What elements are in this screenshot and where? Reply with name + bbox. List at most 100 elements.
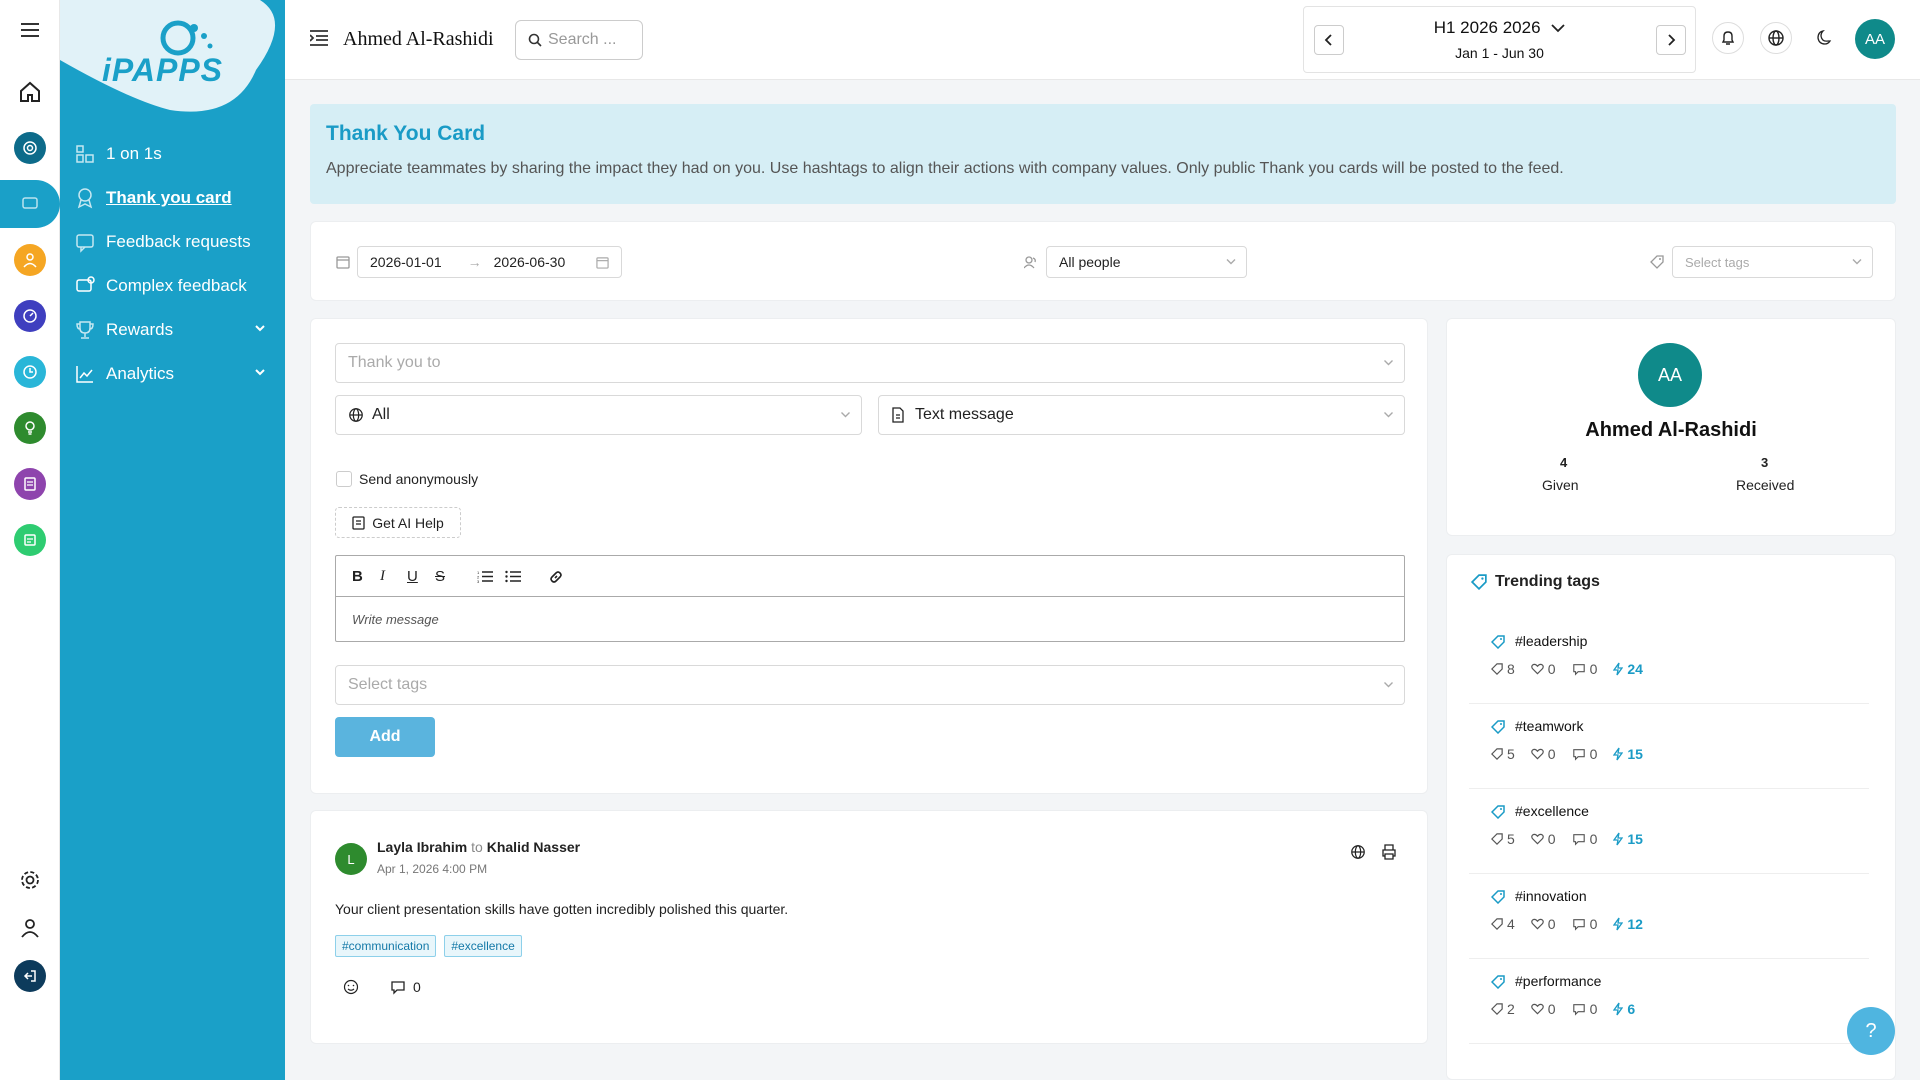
visibility-select[interactable]: All bbox=[335, 395, 862, 435]
bullet-list-icon[interactable] bbox=[505, 570, 521, 583]
sidebar-item-complex-feedback[interactable]: Complex feedback bbox=[74, 268, 274, 304]
people-select[interactable]: All people bbox=[1046, 246, 1247, 278]
tag-likes-count: 0 bbox=[1547, 746, 1556, 762]
add-button[interactable]: Add bbox=[335, 717, 435, 757]
post-author[interactable]: Layla Ibrahim bbox=[377, 839, 467, 855]
tag-uses-count: 8 bbox=[1507, 661, 1515, 677]
smiley-icon bbox=[343, 979, 359, 995]
profile-icon[interactable] bbox=[0, 906, 60, 950]
user-avatar[interactable]: AA bbox=[1855, 19, 1895, 59]
rail-app-learning[interactable] bbox=[0, 406, 60, 450]
trending-tag-item[interactable]: #leadership 8 0 0 24 bbox=[1469, 619, 1869, 704]
tag-uses-count: 5 bbox=[1507, 746, 1515, 762]
tag-icon bbox=[1491, 975, 1505, 989]
date-to[interactable]: 2026-06-30 bbox=[494, 254, 566, 270]
form-tags-select[interactable]: Select tags bbox=[335, 665, 1405, 705]
post-author-avatar[interactable]: L bbox=[335, 843, 367, 875]
tag-uses: 2 bbox=[1491, 1001, 1515, 1017]
rail-app-people[interactable] bbox=[0, 238, 60, 282]
rail-app-time[interactable] bbox=[0, 350, 60, 394]
page-banner: Thank You Card Appreciate teammates by s… bbox=[310, 104, 1896, 204]
tag-likes-count: 0 bbox=[1547, 1001, 1556, 1017]
chart-icon bbox=[76, 366, 93, 383]
link-icon[interactable] bbox=[548, 569, 564, 585]
ai-document-icon bbox=[352, 515, 365, 530]
logout-button[interactable] bbox=[0, 954, 60, 998]
period-range: Jan 1 - Jun 30 bbox=[1455, 45, 1544, 61]
post-recipient[interactable]: Khalid Nasser bbox=[487, 839, 580, 855]
italic-icon[interactable]: I bbox=[380, 568, 385, 585]
rail-app-surveys[interactable] bbox=[0, 462, 60, 506]
trending-tag-item[interactable]: #teamwork 5 0 0 15 bbox=[1469, 704, 1869, 789]
tag-comments-count: 0 bbox=[1589, 661, 1598, 677]
bell-icon bbox=[1721, 31, 1735, 45]
dark-mode-toggle[interactable] bbox=[1816, 30, 1832, 46]
tag-likes: 0 bbox=[1530, 831, 1556, 847]
notifications-button[interactable] bbox=[1712, 22, 1744, 54]
sidebar-item-thank-you-card[interactable]: Thank you card bbox=[74, 180, 274, 216]
date-range-input[interactable]: 2026-01-01 → 2026-06-30 bbox=[357, 246, 622, 278]
trending-tag-item[interactable]: #excellence 5 0 0 15 bbox=[1469, 789, 1869, 874]
sidebar-item-analytics[interactable]: Analytics bbox=[74, 356, 274, 392]
underline-icon[interactable]: U bbox=[407, 568, 418, 585]
tag-boost-count: 15 bbox=[1627, 831, 1643, 847]
rail-app-goals[interactable] bbox=[0, 126, 60, 170]
rail-app-reports[interactable] bbox=[0, 518, 60, 562]
message-type-select[interactable]: Text message bbox=[878, 395, 1405, 435]
report-icon bbox=[14, 524, 46, 556]
anonymous-checkbox[interactable] bbox=[336, 471, 352, 487]
search-input[interactable]: Search ... bbox=[515, 20, 643, 60]
sidebar-item-1on1s[interactable]: 1 on 1s bbox=[74, 136, 274, 172]
sidebar-item-label: Thank you card bbox=[106, 188, 232, 207]
calendar-icon bbox=[596, 257, 609, 269]
menu-icon[interactable] bbox=[0, 8, 60, 52]
post-timestamp: Apr 1, 2026 4:00 PM bbox=[377, 862, 488, 876]
period-dropdown[interactable]: H1 2026 2026 bbox=[1304, 18, 1695, 38]
chat-icon bbox=[76, 276, 95, 292]
strikethrough-icon[interactable]: S bbox=[435, 568, 445, 585]
filter-bar: 2026-01-01 → 2026-06-30 All people Selec… bbox=[310, 221, 1896, 301]
search-icon bbox=[528, 33, 542, 47]
sidebar-item-feedback-requests[interactable]: Feedback requests bbox=[74, 224, 274, 260]
sidebar-item-rewards[interactable]: Rewards bbox=[74, 312, 274, 348]
bold-icon[interactable]: B bbox=[352, 568, 363, 585]
clock-icon bbox=[14, 356, 46, 388]
heart-icon bbox=[1530, 663, 1544, 675]
message-input[interactable]: Write message bbox=[352, 612, 439, 627]
tag-uses: 8 bbox=[1491, 661, 1515, 677]
tag-uses-count: 2 bbox=[1507, 1001, 1515, 1017]
tag-likes: 0 bbox=[1530, 661, 1556, 677]
trending-tag-item[interactable]: #performance 2 0 0 6 bbox=[1469, 959, 1869, 1044]
post-tag[interactable]: #excellence bbox=[444, 935, 522, 957]
calendar-icon bbox=[336, 256, 350, 269]
profile-avatar[interactable]: AA bbox=[1638, 343, 1702, 407]
tag-comments-count: 0 bbox=[1589, 831, 1598, 847]
rail-app-feedback[interactable] bbox=[0, 180, 60, 228]
rail-app-dashboard[interactable] bbox=[0, 294, 60, 338]
date-from[interactable]: 2026-01-01 bbox=[370, 254, 442, 270]
tag-boost: 24 bbox=[1613, 661, 1643, 677]
next-period-button[interactable] bbox=[1656, 25, 1686, 55]
ordered-list-icon[interactable]: 123 bbox=[477, 570, 493, 583]
people-icon bbox=[76, 145, 94, 163]
reaction-button[interactable] bbox=[343, 979, 359, 995]
tag-uses-count: 5 bbox=[1507, 831, 1515, 847]
settings-icon[interactable] bbox=[0, 858, 60, 902]
lightning-icon bbox=[1613, 662, 1624, 676]
brand-logo[interactable]: iPAPPS bbox=[60, 0, 285, 120]
collapse-menu-icon[interactable] bbox=[310, 30, 328, 46]
help-button[interactable]: ? bbox=[1847, 1007, 1895, 1055]
post-tag[interactable]: #communication bbox=[335, 935, 437, 957]
top-bar: Ahmed Al-Rashidi Search ... H1 2026 2026… bbox=[285, 0, 1920, 80]
trending-tag-item[interactable]: #innovation 4 0 0 12 bbox=[1469, 874, 1869, 959]
get-ai-help-button[interactable]: Get AI Help bbox=[335, 507, 461, 538]
home-icon[interactable] bbox=[0, 70, 60, 114]
tag-comments: 0 bbox=[1572, 746, 1597, 762]
language-button[interactable] bbox=[1760, 22, 1792, 54]
comments-button[interactable]: 0 bbox=[390, 979, 421, 995]
message-editor: B I U S 123 Write message bbox=[335, 555, 1405, 642]
filter-tags-select[interactable]: Select tags bbox=[1672, 246, 1873, 278]
recipient-select[interactable]: Thank you to bbox=[335, 343, 1405, 383]
svg-text:3: 3 bbox=[477, 579, 480, 583]
print-button[interactable] bbox=[1381, 844, 1397, 860]
